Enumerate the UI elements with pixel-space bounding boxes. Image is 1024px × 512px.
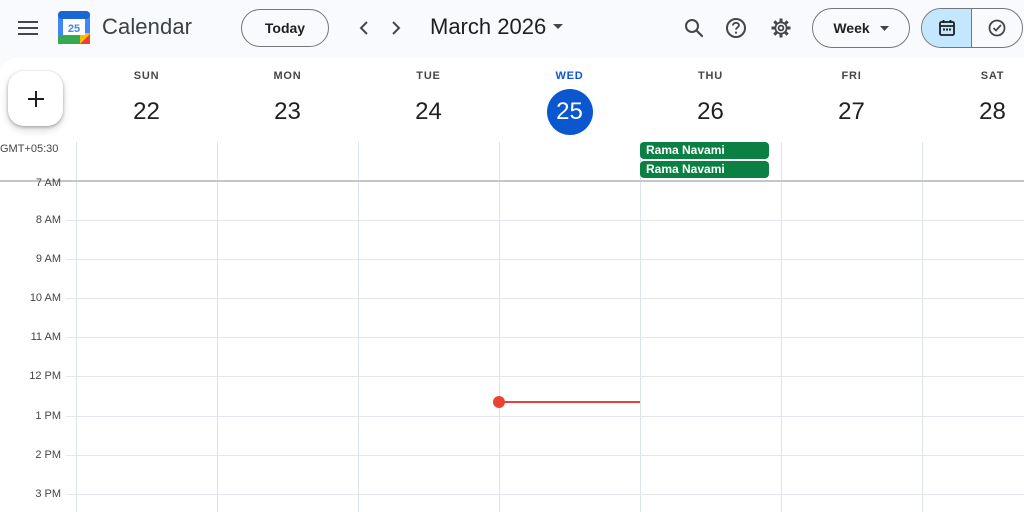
hour-gridline (76, 494, 1024, 495)
hour-label: 2 PM (35, 449, 61, 461)
help-icon (726, 18, 746, 38)
view-switcher-label: Week (833, 20, 870, 36)
chevron-left-icon (359, 21, 368, 35)
allday-event-chip[interactable]: Rama Navami (640, 142, 769, 159)
day-header-tue[interactable]: TUE 24 (358, 58, 499, 142)
app-title: Calendar (102, 14, 193, 39)
gear-icon (771, 18, 791, 38)
day-number[interactable]: 28 (970, 89, 1016, 135)
day-header-thu[interactable]: THU 26 (640, 58, 781, 142)
hour-tick (66, 376, 76, 377)
day-name: FRI (841, 70, 862, 82)
column-divider (640, 142, 641, 512)
top-app-bar: 25 Calendar Today March 2026 Week (0, 0, 1024, 58)
hour-tick (66, 220, 76, 221)
hour-label: 1 PM (35, 410, 61, 422)
hour-gridline (76, 298, 1024, 299)
hour-gridline (76, 455, 1024, 456)
hour-gridline (76, 416, 1024, 417)
create-event-button[interactable] (8, 71, 63, 126)
plus-icon (27, 90, 44, 107)
day-name: SAT (980, 70, 1005, 82)
day-header-sat[interactable]: SAT 28 (922, 58, 1024, 142)
day-header-fri[interactable]: FRI 27 (781, 58, 922, 142)
caret-down-icon[interactable] (553, 24, 563, 30)
hamburger-menu-icon (18, 21, 38, 35)
column-divider (499, 142, 500, 512)
hour-tick (66, 416, 76, 417)
day-number[interactable]: 26 (688, 89, 734, 135)
day-header-sun[interactable]: SUN 22 (76, 58, 217, 142)
day-number[interactable]: 24 (406, 89, 452, 135)
hour-label: 9 AM (35, 253, 61, 265)
chevron-right-icon (392, 21, 401, 35)
hour-label: 12 PM (29, 370, 61, 382)
settings-button[interactable] (763, 10, 799, 46)
day-number[interactable]: 27 (829, 89, 875, 135)
allday-divider (0, 180, 1024, 182)
search-button[interactable] (676, 10, 712, 46)
hour-tick (66, 494, 76, 495)
column-divider (76, 142, 77, 512)
hour-gridline (76, 376, 1024, 377)
column-divider (217, 142, 218, 512)
hour-gridline (76, 259, 1024, 260)
day-name: SUN (133, 70, 160, 82)
day-header-mon[interactable]: MON 23 (217, 58, 358, 142)
view-switcher-dropdown[interactable]: Week (812, 8, 910, 48)
today-button[interactable]: Today (241, 9, 329, 47)
current-time-dot (493, 396, 505, 408)
hour-tick (66, 259, 76, 260)
main-menu-button[interactable] (10, 10, 46, 46)
hour-label: 10 AM (29, 292, 61, 304)
hour-tick (66, 337, 76, 338)
hour-label: 8 AM (35, 214, 61, 226)
hour-label: 7 AM (35, 177, 61, 189)
hour-tick (66, 298, 76, 299)
search-icon (685, 19, 704, 38)
hour-label: 11 AM (30, 331, 61, 343)
help-button[interactable] (718, 10, 754, 46)
next-week-button[interactable] (379, 11, 413, 45)
task-check-icon (988, 19, 1006, 37)
day-name: MON (273, 70, 302, 82)
calendar-logo[interactable]: 25 (58, 11, 90, 44)
calendar-view-button[interactable] (922, 9, 973, 47)
day-number[interactable]: 23 (265, 89, 311, 135)
day-name: TUE (416, 70, 441, 82)
month-title[interactable]: March 2026 (430, 14, 546, 40)
column-divider (922, 142, 923, 512)
current-time-line (499, 401, 640, 403)
caret-down-icon (879, 25, 889, 31)
hour-gridline (76, 337, 1024, 338)
day-name: THU (697, 70, 723, 82)
day-name: WED (555, 70, 584, 82)
timezone-label: GMT+05:30 (0, 143, 59, 155)
day-number[interactable]: 22 (124, 89, 170, 135)
allday-event-chip[interactable]: Rama Navami (640, 161, 769, 178)
previous-week-button[interactable] (347, 11, 381, 45)
tasks-view-button[interactable] (972, 9, 1022, 47)
column-divider (358, 142, 359, 512)
hour-gridline (76, 220, 1024, 221)
day-header-wed[interactable]: WED 25 (499, 58, 640, 142)
column-divider (781, 142, 782, 512)
hour-tick (66, 455, 76, 456)
logo-day-number: 25 (68, 23, 80, 35)
day-number-today[interactable]: 25 (546, 89, 593, 135)
calendar-tasks-toggle (921, 8, 1023, 48)
hour-label: 3 PM (35, 488, 61, 500)
calendar-icon (938, 20, 955, 36)
